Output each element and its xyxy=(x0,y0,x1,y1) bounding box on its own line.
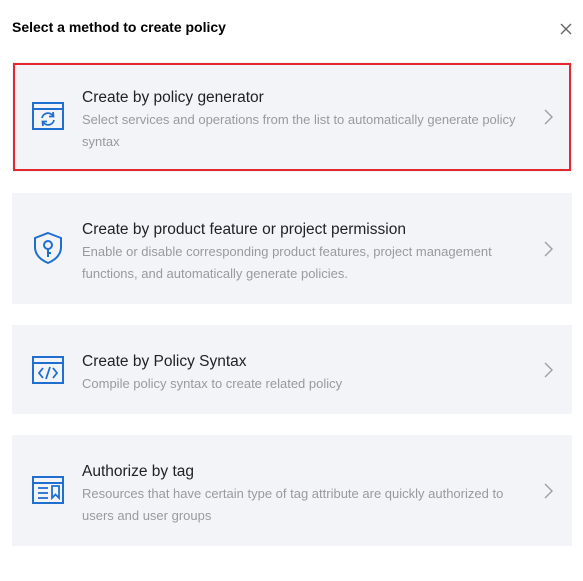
option-description: Enable or disable corresponding product … xyxy=(82,244,492,281)
chevron-right-icon xyxy=(544,109,553,125)
option-title: Create by Policy Syntax xyxy=(82,353,247,370)
option-title: Create by policy generator xyxy=(82,89,264,106)
option-policy-generator[interactable]: Create by policy generator Select servic… xyxy=(12,62,572,172)
close-icon[interactable] xyxy=(557,20,575,38)
create-policy-dialog: Select a method to create policy Create … xyxy=(0,0,583,581)
option-description: Compile policy syntax to create related … xyxy=(82,376,343,391)
option-description: Resources that have certain type of tag … xyxy=(82,486,504,523)
option-product-feature[interactable]: Create by product feature or project per… xyxy=(12,193,572,304)
chevron-right-icon xyxy=(544,483,553,499)
chevron-right-icon xyxy=(544,362,553,378)
dialog-title: Select a method to create policy xyxy=(12,19,226,35)
code-icon xyxy=(32,356,64,384)
option-authorize-by-tag[interactable]: Authorize by tag Resources that have cer… xyxy=(12,435,572,546)
policy-generator-icon xyxy=(32,102,64,130)
option-description: Select services and operations from the … xyxy=(82,112,516,149)
chevron-right-icon xyxy=(544,241,553,257)
option-title: Authorize by tag xyxy=(82,463,195,480)
option-policy-syntax[interactable]: Create by Policy Syntax Compile policy s… xyxy=(12,325,572,414)
tag-document-icon xyxy=(32,476,64,504)
shield-key-icon xyxy=(34,231,62,265)
option-title: Create by product feature or project per… xyxy=(82,221,406,238)
